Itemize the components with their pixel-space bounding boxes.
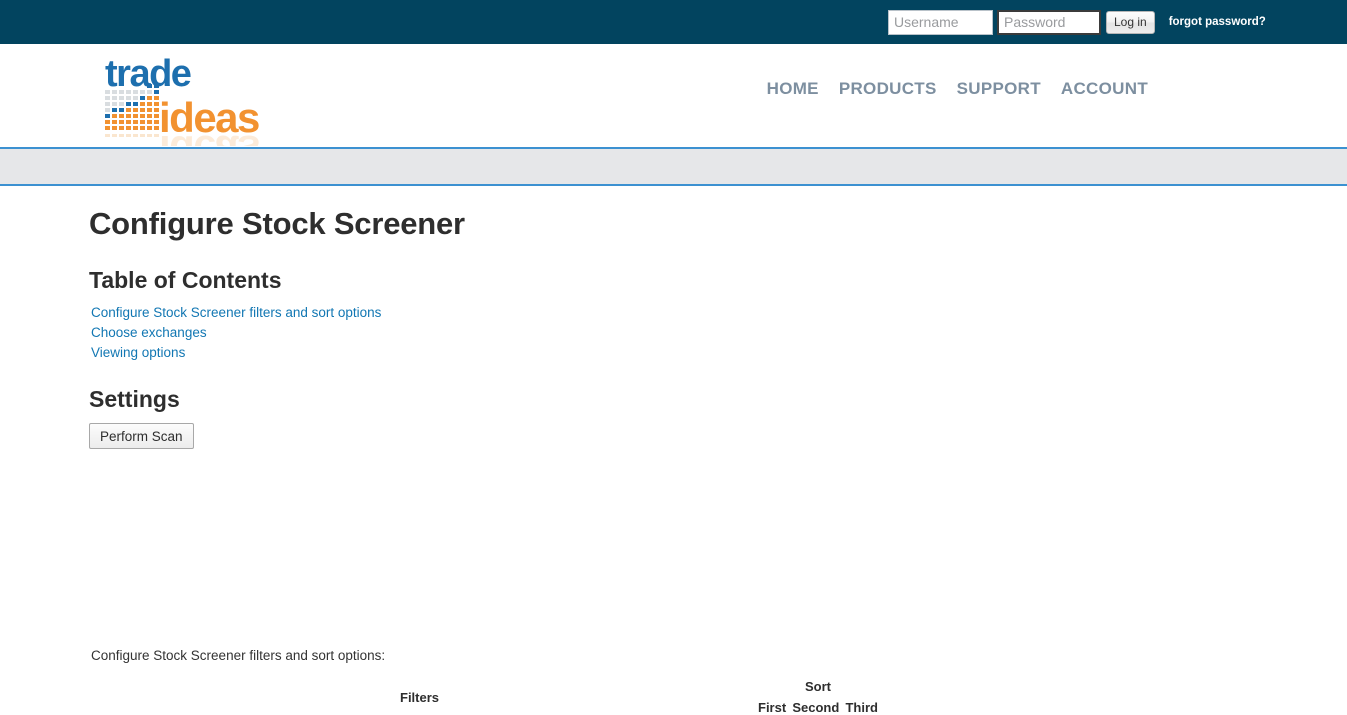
top-login-bar: Log in forgot password? xyxy=(0,0,1347,44)
svg-text:trade: trade xyxy=(105,53,191,95)
svg-text:ideas: ideas xyxy=(159,127,259,146)
nav-item-home[interactable]: HOME xyxy=(767,79,819,99)
filters-sort-section-label: Configure Stock Screener filters and sor… xyxy=(91,648,386,663)
secondary-bar xyxy=(0,147,1347,186)
site-header: trade ideas ideas HOME PRODUCTS SUPPORT … xyxy=(0,44,1347,147)
log-in-button[interactable]: Log in xyxy=(1106,10,1155,34)
main-content: Configure Stock Screener Table of Conten… xyxy=(0,186,1347,715)
nav-item-support[interactable]: SUPPORT xyxy=(957,79,1041,99)
perform-scan-button[interactable]: Perform Scan xyxy=(89,423,194,449)
sort-column-header: Sort xyxy=(805,679,831,694)
nav-item-products[interactable]: PRODUCTS xyxy=(839,79,937,99)
sort-column-third: Third xyxy=(845,700,878,715)
list-item: Viewing options xyxy=(91,343,381,363)
table-of-contents-list: Configure Stock Screener filters and sor… xyxy=(91,303,381,363)
filters-column-header: Filters xyxy=(400,690,440,705)
toc-link-viewing-options[interactable]: Viewing options xyxy=(91,343,185,363)
trade-ideas-logo[interactable]: trade ideas ideas xyxy=(103,50,271,146)
list-item: Choose exchanges xyxy=(91,323,381,343)
sort-subcolumn-headers: First Second Third xyxy=(758,700,878,715)
toc-link-choose-exchanges[interactable]: Choose exchanges xyxy=(91,323,207,343)
table-of-contents-title: Table of Contents xyxy=(89,267,282,293)
username-input[interactable] xyxy=(888,9,993,35)
toc-link-filters-sort[interactable]: Configure Stock Screener filters and sor… xyxy=(91,303,381,323)
sort-column-second: Second xyxy=(792,700,840,715)
password-input[interactable] xyxy=(997,9,1101,35)
sort-column-first: First xyxy=(758,700,787,715)
nav-item-account[interactable]: ACCOUNT xyxy=(1061,79,1148,99)
settings-title: Settings xyxy=(89,386,180,412)
login-form: Log in forgot password? xyxy=(888,0,1266,44)
page-title: Configure Stock Screener xyxy=(89,206,465,241)
forgot-password-link[interactable]: forgot password? xyxy=(1169,16,1266,28)
main-navigation: HOME PRODUCTS SUPPORT ACCOUNT xyxy=(767,79,1148,99)
list-item: Configure Stock Screener filters and sor… xyxy=(91,303,381,323)
